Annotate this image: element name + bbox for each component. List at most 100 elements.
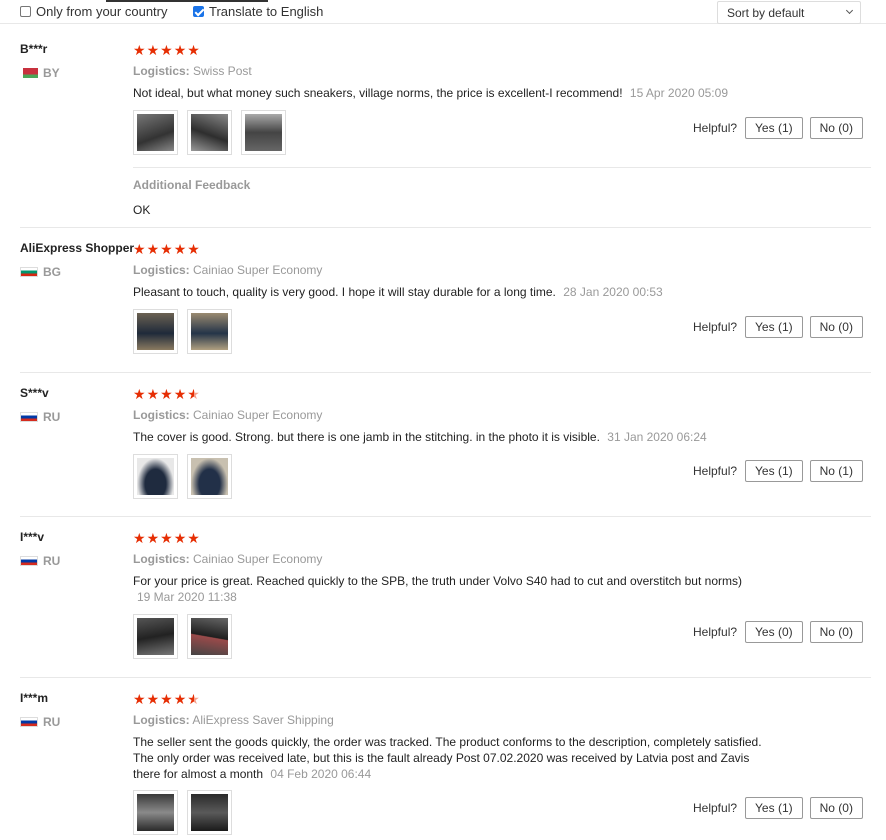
- review-photo[interactable]: [187, 614, 232, 659]
- star-icon: ★: [160, 530, 173, 546]
- divider: [20, 516, 871, 517]
- flag-by-icon: [20, 68, 38, 78]
- logistics-info: Logistics: Swiss Post: [133, 64, 252, 78]
- review-photo[interactable]: [187, 309, 232, 354]
- star-half-icon: ★: [187, 691, 200, 707]
- logistics-info: Logistics: Cainiao Super Economy: [133, 263, 323, 277]
- logistics-info: Logistics: Cainiao Super Economy: [133, 408, 323, 422]
- helpful-label: Helpful?: [693, 464, 738, 478]
- sort-value: Sort by default: [727, 6, 805, 20]
- review-date: 15 Apr 2020 05:09: [629, 86, 728, 100]
- star-icon: ★: [133, 42, 146, 58]
- additional-feedback-title: Additional Feedback: [133, 178, 251, 192]
- star-rating: ★ ★ ★ ★ ★: [133, 692, 200, 706]
- divider: [20, 372, 871, 373]
- review-photo[interactable]: [133, 309, 178, 354]
- star-icon: ★: [146, 42, 160, 58]
- review-photo[interactable]: [133, 614, 178, 659]
- star-icon: ★: [173, 386, 187, 402]
- review-photo[interactable]: [133, 454, 178, 499]
- flag-bg-icon: [20, 267, 38, 277]
- review-photo[interactable]: [187, 454, 232, 499]
- star-icon: ★: [173, 530, 187, 546]
- review-photos: [133, 110, 286, 155]
- star-icon: ★: [133, 386, 146, 402]
- star-icon: ★: [160, 691, 173, 707]
- filter-bar: Only from your country Translate to Engl…: [0, 0, 886, 24]
- review-photo[interactable]: [133, 790, 178, 835]
- review-photo[interactable]: [133, 110, 178, 155]
- reviewer-name: I***m: [20, 691, 49, 705]
- reviewer-name: B***r: [20, 42, 48, 56]
- helpful-votes: Helpful? Yes (0) No (0): [693, 621, 870, 643]
- review-photo[interactable]: [187, 110, 232, 155]
- reviewer-country: RU: [20, 715, 60, 729]
- star-icon: ★: [146, 386, 160, 402]
- vote-yes-button[interactable]: Yes (1): [745, 460, 803, 482]
- review-text: The seller sent the goods quickly, the o…: [133, 735, 762, 781]
- vote-no-button[interactable]: No (0): [809, 621, 863, 643]
- star-icon: ★: [133, 241, 146, 257]
- reviewer-name: AliExpress Shopper: [20, 241, 135, 255]
- vote-yes-button[interactable]: Yes (0): [745, 621, 803, 643]
- vote-yes-button[interactable]: Yes (1): [745, 316, 803, 338]
- review-date: 04 Feb 2020 06:44: [270, 767, 372, 781]
- star-icon: ★: [187, 241, 200, 257]
- review-photo[interactable]: [187, 790, 232, 835]
- review-text: For your price is great. Reached quickly…: [133, 574, 742, 604]
- star-icon: ★: [173, 42, 187, 58]
- review-text: The cover is good. Strong. but there is …: [133, 430, 707, 444]
- star-icon: ★: [187, 42, 200, 58]
- helpful-label: Helpful?: [693, 625, 738, 639]
- reviewer-country: BY: [20, 66, 60, 80]
- only-country-checkbox[interactable]: Only from your country: [20, 4, 168, 19]
- reviewer-country: RU: [20, 554, 60, 568]
- star-icon: ★: [160, 241, 173, 257]
- chevron-down-icon: [845, 6, 854, 15]
- star-icon: ★: [187, 530, 200, 546]
- star-rating: ★ ★ ★ ★ ★: [133, 531, 200, 545]
- checkbox-icon[interactable]: [20, 6, 31, 17]
- helpful-label: Helpful?: [693, 121, 738, 135]
- review-date: 28 Jan 2020 00:53: [563, 285, 663, 299]
- review-photo[interactable]: [241, 110, 286, 155]
- review-photos: [133, 454, 232, 499]
- star-rating: ★ ★ ★ ★ ★: [133, 43, 200, 57]
- review-photos: [133, 614, 232, 659]
- flag-ru-icon: [20, 717, 38, 727]
- star-icon: ★: [173, 691, 187, 707]
- divider: [20, 227, 871, 228]
- flag-ru-icon: [20, 556, 38, 566]
- logistics-info: Logistics: Cainiao Super Economy: [133, 552, 323, 566]
- review-text: Not ideal, but what money such sneakers,…: [133, 86, 728, 100]
- star-icon: ★: [133, 691, 146, 707]
- helpful-votes: Helpful? Yes (1) No (0): [693, 117, 870, 139]
- checkbox-checked-icon[interactable]: [193, 6, 204, 17]
- sort-select[interactable]: Sort by default: [717, 1, 861, 24]
- reviewer-name: I***v: [20, 530, 45, 544]
- translate-checkbox[interactable]: Translate to English: [193, 4, 323, 19]
- star-icon: ★: [146, 530, 160, 546]
- helpful-votes: Helpful? Yes (1) No (0): [693, 316, 870, 338]
- review-date: 31 Jan 2020 06:24: [607, 430, 707, 444]
- helpful-label: Helpful?: [693, 801, 738, 815]
- review-date: 19 Mar 2020 11:38: [137, 590, 237, 604]
- translate-label: Translate to English: [209, 4, 324, 19]
- vote-no-button[interactable]: No (0): [809, 117, 863, 139]
- helpful-label: Helpful?: [693, 320, 738, 334]
- star-half-icon: ★: [187, 386, 200, 402]
- review-photos: [133, 790, 232, 835]
- vote-no-button[interactable]: No (0): [809, 797, 863, 819]
- vote-no-button[interactable]: No (0): [809, 316, 863, 338]
- vote-yes-button[interactable]: Yes (1): [745, 797, 803, 819]
- only-country-label: Only from your country: [36, 4, 168, 19]
- helpful-votes: Helpful? Yes (1) No (1): [693, 460, 870, 482]
- vote-yes-button[interactable]: Yes (1): [745, 117, 803, 139]
- star-icon: ★: [146, 691, 160, 707]
- review-text: Pleasant to touch, quality is very good.…: [133, 285, 663, 299]
- active-tab-indicator: [106, 0, 268, 2]
- star-icon: ★: [160, 386, 173, 402]
- star-icon: ★: [146, 241, 160, 257]
- star-icon: ★: [133, 530, 146, 546]
- vote-no-button[interactable]: No (1): [809, 460, 863, 482]
